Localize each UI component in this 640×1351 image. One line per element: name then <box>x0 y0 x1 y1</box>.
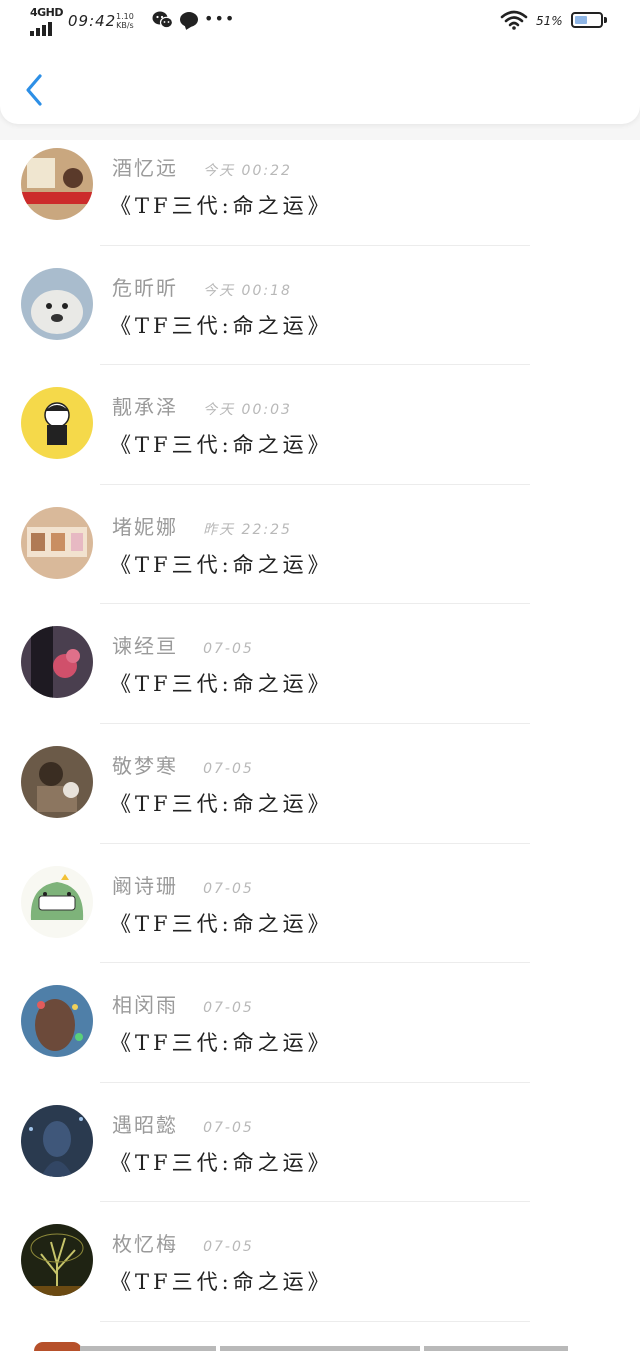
post-time: 今天 00:18 <box>203 282 292 299</box>
list-item-title: 《TF三代:命之运》 <box>110 194 333 218</box>
avatar[interactable] <box>21 1224 93 1297</box>
avatar[interactable] <box>21 387 93 460</box>
chat-list: 酒忆远 今天 00:22 《TF三代:命之运》 危昕昕 今天 00:18 《TF… <box>0 126 640 1322</box>
speed-value: 1.10 <box>116 12 134 21</box>
list-item[interactable]: 酒忆远 今天 00:22 《TF三代:命之运》 <box>0 126 640 246</box>
user-name: 靓承泽 <box>112 395 178 420</box>
list-item-title: 《TF三代:命之运》 <box>110 911 333 936</box>
list-item-meta: 靓承泽 今天 00:03 <box>112 391 292 419</box>
list-item-meta: 相闵雨 07-05 <box>112 989 254 1017</box>
avatar[interactable] <box>21 626 93 699</box>
next-row-peek <box>0 1342 640 1351</box>
status-bar: 4GHD 09:42 1.10 KB/s ••• 51% <box>0 0 640 42</box>
user-name: 堵妮娜 <box>112 514 178 539</box>
network-speed: 1.10 KB/s <box>116 12 134 30</box>
list-item[interactable]: 堵妮娜 昨天 22:25 《TF三代:命之运》 <box>0 485 640 605</box>
list-item-meta: 堵妮娜 昨天 22:25 <box>112 511 292 539</box>
chevron-left-icon <box>26 74 42 106</box>
post-time: 07-05 <box>203 880 254 897</box>
post-time: 昨天 22:25 <box>203 521 292 538</box>
battery-tip <box>604 17 607 23</box>
network-label: 4GHD <box>30 6 64 19</box>
clock: 09:42 <box>68 12 117 30</box>
list-item-meta: 危昕昕 今天 00:18 <box>112 272 292 300</box>
list-item-title: 《TF三代:命之运》 <box>110 1270 333 1295</box>
user-name: 酒忆远 <box>112 156 178 180</box>
wifi-icon <box>500 10 528 30</box>
list-item-meta: 谏经亘 07-05 <box>112 630 254 658</box>
wechat-icon <box>152 11 174 29</box>
divider <box>100 1320 530 1322</box>
user-name: 阚诗珊 <box>112 873 178 898</box>
message-icon <box>180 12 198 27</box>
avatar[interactable] <box>21 506 93 579</box>
list-item-title: 《TF三代:命之运》 <box>110 433 333 458</box>
post-time: 07-05 <box>203 1000 254 1017</box>
avatar <box>34 1342 82 1351</box>
list-item[interactable]: 靓承泽 今天 00:03 《TF三代:命之运》 <box>0 365 640 485</box>
list-item[interactable]: 遇昭懿 07-05 《TF三代:命之运》 <box>0 1083 640 1203</box>
battery-percent: 51% <box>536 14 563 28</box>
avatar[interactable] <box>21 148 93 220</box>
battery-level <box>575 16 588 24</box>
user-name: 敬梦寒 <box>112 753 178 778</box>
list-item-title: 《TF三代:命之运》 <box>110 313 333 338</box>
avatar[interactable] <box>21 1104 93 1177</box>
list-item-title: 《TF三代:命之运》 <box>110 552 333 577</box>
list-item-meta: 枚忆梅 07-05 <box>112 1228 254 1256</box>
post-time: 今天 00:03 <box>203 402 292 419</box>
list-item-title: 《TF三代:命之运》 <box>110 791 333 816</box>
avatar[interactable] <box>21 985 93 1058</box>
list-item[interactable]: 枚忆梅 07-05 《TF三代:命之运》 <box>0 1202 640 1322</box>
list-item[interactable]: 危昕昕 今天 00:18 《TF三代:命之运》 <box>0 246 640 366</box>
avatar[interactable] <box>21 267 93 340</box>
user-name: 危昕昕 <box>112 275 178 300</box>
top-bar: 4GHD 09:42 1.10 KB/s ••• 51% <box>0 0 640 124</box>
post-time: 07-05 <box>203 1119 254 1136</box>
avatar[interactable] <box>21 745 93 818</box>
list-item[interactable]: 谏经亘 07-05 《TF三代:命之运》 <box>0 604 640 724</box>
post-time: 今天 00:22 <box>203 163 292 179</box>
list-item[interactable]: 阚诗珊 07-05 《TF三代:命之运》 <box>0 844 640 964</box>
avatar[interactable] <box>21 865 93 938</box>
post-time: 07-05 <box>203 760 254 777</box>
battery-icon <box>571 12 603 28</box>
list-item-meta: 阚诗珊 07-05 <box>112 870 254 898</box>
back-button[interactable] <box>20 72 50 108</box>
more-dots-icon: ••• <box>204 9 236 28</box>
list-item-meta: 酒忆远 今天 00:22 <box>112 152 292 180</box>
list-item[interactable]: 敬梦寒 07-05 《TF三代:命之运》 <box>0 724 640 844</box>
post-time: 07-05 <box>203 641 254 658</box>
speed-unit: KB/s <box>116 21 134 30</box>
list-item-meta: 遇昭懿 07-05 <box>112 1109 254 1137</box>
list-item-meta: 敬梦寒 07-05 <box>112 750 254 778</box>
user-name: 谏经亘 <box>112 634 178 659</box>
list-item-title: 《TF三代:命之运》 <box>110 1150 333 1175</box>
user-name: 枚忆梅 <box>112 1232 178 1257</box>
post-time: 07-05 <box>203 1239 254 1256</box>
user-name: 相闵雨 <box>112 993 178 1018</box>
list-item-title: 《TF三代:命之运》 <box>110 1031 333 1056</box>
list-item-title: 《TF三代:命之运》 <box>110 672 333 697</box>
user-name: 遇昭懿 <box>112 1112 178 1137</box>
list-item[interactable]: 相闵雨 07-05 《TF三代:命之运》 <box>0 963 640 1083</box>
